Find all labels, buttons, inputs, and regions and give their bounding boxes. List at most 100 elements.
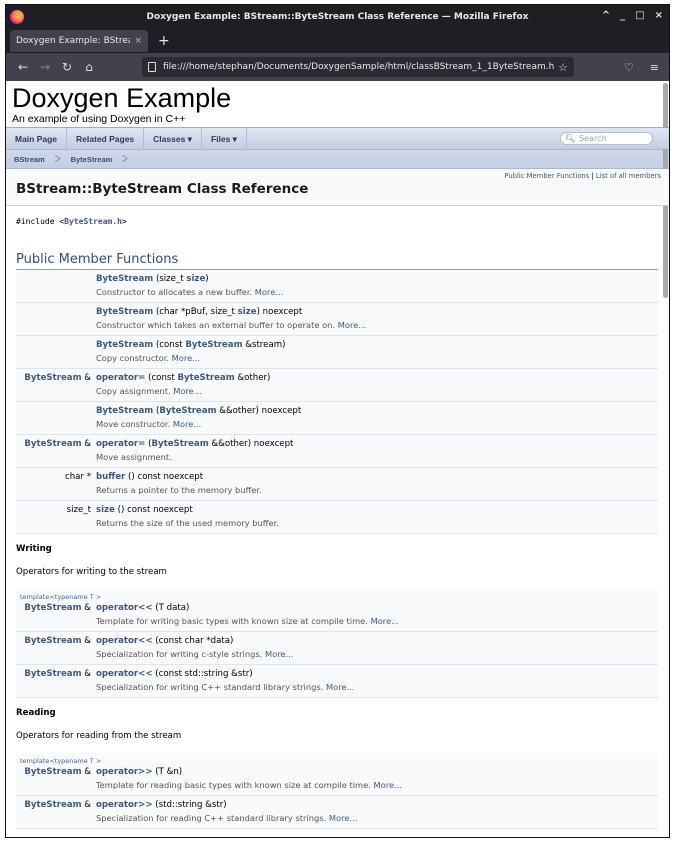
firefox-window: Doxygen Example: BStream::ByteStream Cla… — [5, 4, 670, 838]
member-arg-link[interactable]: ByteStream — [185, 340, 242, 350]
member-return-type — [16, 405, 96, 418]
more-link[interactable]: More... — [371, 616, 399, 626]
member-row: ByteStream & operator<< (const char *data… — [16, 632, 658, 665]
public-member-functions-heading: Public Member Functions — [16, 252, 658, 270]
member-name-link[interactable]: operator<< — [96, 636, 153, 646]
member-name-link[interactable]: operator>> — [96, 800, 153, 810]
member-description-text: Specialization for writing c-style strin… — [96, 649, 265, 659]
member-declaration: size () const noexcept — [96, 504, 658, 517]
more-link[interactable]: More... — [373, 780, 401, 790]
member-return-type: ByteStream & — [16, 766, 96, 779]
member-description: Returns the size of the used memory buff… — [16, 517, 658, 530]
member-return-type: ByteStream & — [16, 438, 96, 451]
more-link[interactable]: More... — [172, 353, 200, 363]
return-type-link[interactable]: ByteStream — [24, 636, 81, 646]
member-return-type — [16, 306, 96, 319]
member-name-link[interactable]: operator<< — [96, 669, 153, 679]
member-name-link[interactable]: buffer — [96, 472, 125, 482]
tab-classes[interactable]: Classes ▾ — [144, 127, 202, 150]
maximize-window-button[interactable]: □ — [635, 10, 644, 21]
more-link[interactable]: More... — [326, 682, 354, 692]
member-name-link[interactable]: ByteStream — [96, 307, 153, 317]
shade-window-button[interactable]: ^ — [602, 10, 610, 21]
tab-main-page[interactable]: Main Page — [6, 127, 68, 150]
return-type-link[interactable]: ByteStream — [24, 800, 81, 810]
member-description: Template for reading basic types with kn… — [16, 779, 658, 792]
member-description: Returns a pointer to the memory buffer. — [16, 484, 658, 497]
member-name-link[interactable]: operator<< — [96, 603, 153, 613]
tab-files[interactable]: Files ▾ — [202, 127, 247, 150]
public-member-functions-link[interactable]: Public Member Functions — [504, 172, 589, 180]
list-all-members-link[interactable]: List of all members — [596, 172, 661, 180]
page-icon — [148, 62, 156, 72]
member-arg-link[interactable]: ByteStream — [159, 406, 216, 416]
more-link[interactable]: More... — [255, 287, 283, 297]
return-type-link[interactable]: ByteStream — [24, 439, 81, 449]
member-name-link[interactable]: ByteStream — [96, 274, 153, 284]
member-description: Copy assignment. More... — [16, 385, 658, 398]
member-description: Copy constructor. More... — [16, 352, 658, 365]
return-type-link[interactable]: ByteStream — [24, 603, 81, 613]
member-args: (const char *data) — [152, 636, 234, 646]
member-declaration: ByteStream (ByteStream &&other) noexcept — [96, 405, 658, 418]
more-link[interactable]: More... — [329, 813, 357, 823]
return-type-link[interactable]: ByteStream — [24, 669, 81, 679]
member-name-link[interactable]: ByteStream — [96, 340, 153, 350]
member-name-link[interactable]: operator= — [96, 439, 145, 449]
url-bar[interactable]: file:///home/stephan/Documents/DoxygenSa… — [142, 57, 574, 77]
forward-button[interactable]: → — [34, 60, 56, 74]
member-arg-link[interactable]: ByteStream — [177, 373, 234, 383]
new-tab-button[interactable]: + — [158, 33, 170, 49]
member-declaration: operator>> (std::string &str) — [96, 799, 658, 812]
return-type-link[interactable]: ByteStream — [24, 767, 81, 777]
close-tab-icon[interactable]: × — [134, 36, 142, 46]
member-return-type: ByteStream & — [16, 668, 96, 681]
search-input[interactable]: 🔍︎ Search — [560, 132, 653, 145]
return-type-link[interactable]: ByteStream — [24, 373, 81, 383]
bookmark-star-icon[interactable]: ☆ — [558, 61, 568, 74]
member-name-link[interactable]: ByteStream — [96, 406, 153, 416]
hamburger-menu-icon[interactable]: ≡ — [650, 61, 659, 74]
member-description: Constructor to allocates a new buffer. M… — [16, 286, 658, 299]
back-button[interactable]: ← — [12, 60, 34, 74]
return-type-text: char * — [65, 472, 91, 482]
more-link[interactable]: More... — [173, 419, 201, 429]
breadcrumb-bstream[interactable]: BStream — [14, 155, 45, 164]
page-header: Public Member Functions | List of all me… — [6, 169, 669, 206]
more-link[interactable]: More... — [265, 649, 293, 659]
member-return-type: char * — [16, 471, 96, 484]
main-nav-tabs: Main Page Related Pages Classes ▾ Files … — [6, 127, 669, 150]
member-arg-link[interactable]: ByteStream — [151, 439, 208, 449]
member-name-link[interactable]: size — [96, 505, 115, 515]
member-description-text: Constructor which takes an external buff… — [96, 320, 338, 330]
url-text[interactable]: file:///home/stephan/Documents/DoxygenSa… — [163, 62, 554, 72]
writing-member-table: template<typename T > ByteStream & operato… — [16, 589, 658, 698]
member-arg-link[interactable]: size — [238, 307, 257, 317]
member-arg-link[interactable]: size — [186, 274, 205, 284]
return-type-text: & — [81, 636, 91, 646]
more-link[interactable]: More... — [338, 320, 366, 330]
search-icon: 🔍︎ — [565, 134, 576, 143]
pocket-icon[interactable]: ♡ — [624, 61, 634, 74]
member-description-text: Template for reading basic types with kn… — [96, 780, 374, 790]
member-row: ByteStream & operator>> (std::string &str… — [16, 796, 658, 829]
close-window-button[interactable]: × — [655, 10, 663, 21]
member-name-link[interactable]: operator>> — [96, 767, 153, 777]
writing-description: Operators for writing to the stream — [16, 567, 167, 577]
minimize-window-button[interactable]: _ — [620, 10, 625, 21]
browser-tab[interactable]: Doxygen Example: BStream × — [10, 30, 148, 52]
member-declaration: operator<< (const char *data) — [96, 635, 658, 648]
breadcrumb-bytestream[interactable]: ByteStream — [71, 155, 113, 164]
member-name-link[interactable]: operator= — [96, 373, 145, 383]
home-button[interactable]: ⌂ — [78, 60, 100, 74]
reload-button[interactable]: ↻ — [56, 60, 78, 74]
more-link[interactable]: More... — [173, 386, 201, 396]
member-declaration: ByteStream (size_t size) — [96, 273, 658, 286]
member-signature: char * buffer () const noexcept — [16, 471, 658, 484]
tab-related-pages[interactable]: Related Pages — [67, 127, 145, 150]
member-row: ByteStream (ByteStream &&other) noexcept… — [16, 402, 658, 435]
member-signature: ByteStream & operator= (const ByteStream … — [16, 372, 658, 385]
member-args-tail: &&other) noexcept — [216, 406, 302, 416]
title-bar: Doxygen Example: BStream::ByteStream Cla… — [6, 5, 669, 29]
include-file-link[interactable]: ByteStream.h — [64, 217, 122, 226]
